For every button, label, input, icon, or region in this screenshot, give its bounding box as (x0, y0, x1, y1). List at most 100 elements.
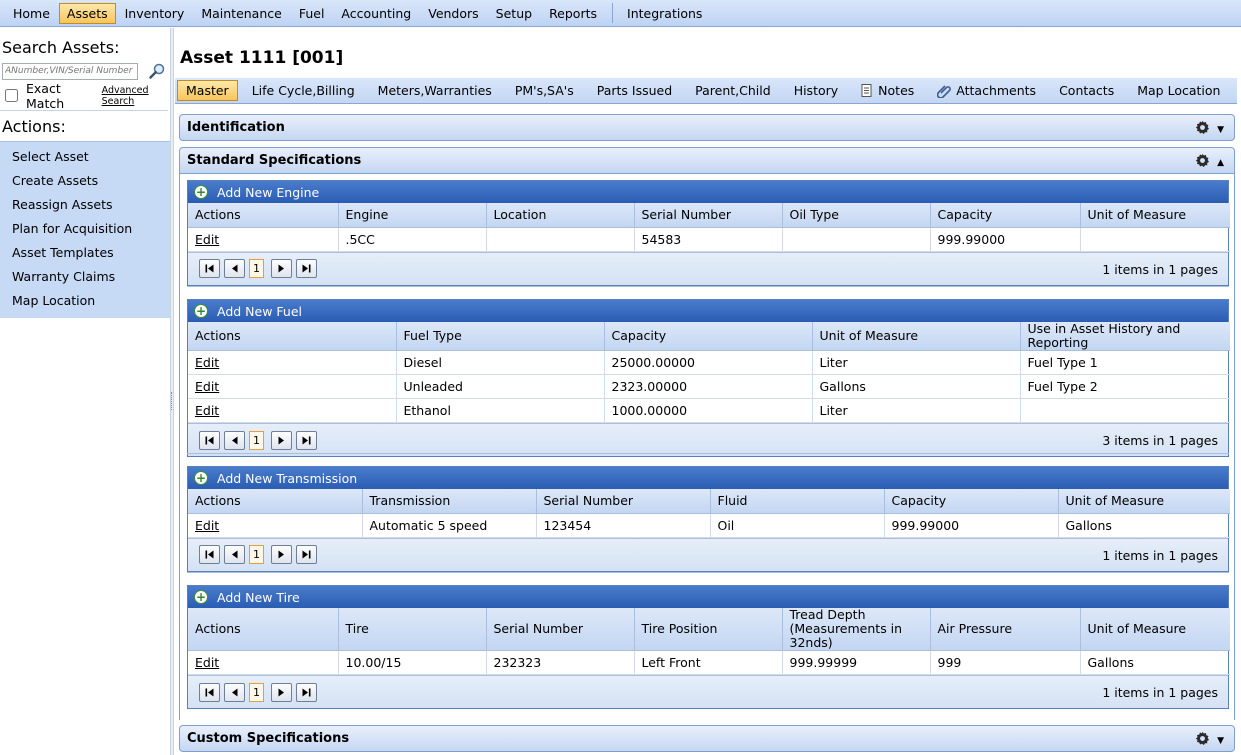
column-header[interactable]: Oil Type (782, 203, 931, 228)
column-header[interactable]: Actions (188, 203, 339, 228)
tab-map-location[interactable]: Map Location (1128, 80, 1229, 101)
tab-attachments[interactable]: Attachments (928, 80, 1045, 101)
current-page-number[interactable]: 1 (249, 430, 264, 450)
column-header[interactable]: Serial Number (486, 608, 635, 651)
chevron-up-icon[interactable]: ▲ (1217, 158, 1224, 168)
gear-icon[interactable] (1195, 120, 1210, 139)
column-header[interactable]: Tire Position (634, 608, 783, 651)
column-header[interactable]: Capacity (884, 489, 1059, 514)
previous-page-icon[interactable] (224, 682, 245, 702)
action-create-assets[interactable]: Create Assets (0, 169, 170, 193)
next-page-icon[interactable] (271, 430, 292, 450)
column-header[interactable]: Transmission (362, 489, 537, 514)
edit-link[interactable]: Edit (195, 403, 219, 418)
column-header[interactable]: Actions (188, 608, 339, 651)
gear-icon[interactable] (1195, 731, 1210, 750)
edit-link[interactable]: Edit (195, 518, 219, 533)
column-header[interactable]: Fuel Type (396, 322, 605, 351)
edit-link[interactable]: Edit (195, 379, 219, 394)
menu-item-inventory[interactable]: Inventory (117, 3, 193, 24)
previous-page-icon[interactable] (224, 430, 245, 450)
column-header[interactable]: Unit of Measure (1080, 203, 1230, 228)
tab-alerts[interactable]: Alerts (1234, 80, 1241, 101)
search-icon[interactable] (148, 62, 166, 80)
menu-item-home[interactable]: Home (5, 3, 58, 24)
column-header[interactable]: Serial Number (634, 203, 783, 228)
standard-specifications-panel-header[interactable]: Standard Specifications ▲ (179, 147, 1235, 174)
first-page-icon[interactable] (199, 682, 220, 702)
tab-notes[interactable]: Notes (852, 80, 923, 101)
previous-page-icon[interactable] (224, 259, 245, 278)
edit-link[interactable]: Edit (195, 355, 219, 370)
edit-link[interactable]: Edit (195, 232, 219, 247)
gear-icon[interactable] (1195, 153, 1210, 172)
column-header[interactable]: Location (486, 203, 635, 228)
action-warranty-claims[interactable]: Warranty Claims (0, 265, 170, 289)
first-page-icon[interactable] (199, 259, 220, 278)
splitter-grip-icon[interactable] (171, 392, 173, 410)
current-page-number[interactable]: 1 (249, 545, 264, 564)
identification-panel-header[interactable]: Identification ▼ (179, 114, 1235, 141)
tab-parent-child[interactable]: Parent,Child (686, 80, 780, 101)
next-page-icon[interactable] (271, 545, 292, 564)
edit-link[interactable]: Edit (195, 655, 219, 670)
column-header[interactable]: Engine (338, 203, 487, 228)
add-new-transmission-button[interactable]: + Add New Transmission (188, 467, 1228, 489)
column-header[interactable]: Unit of Measure (1080, 608, 1230, 651)
custom-specifications-panel-header[interactable]: Custom Specifications ▼ (179, 725, 1235, 752)
last-page-icon[interactable] (296, 430, 317, 450)
current-page-number[interactable]: 1 (249, 259, 264, 278)
add-new-engine-button[interactable]: + Add New Engine (188, 181, 1228, 203)
add-new-tire-button[interactable]: + Add New Tire (188, 586, 1228, 608)
previous-page-icon[interactable] (224, 545, 245, 564)
last-page-icon[interactable] (296, 545, 317, 564)
pager: 1 1 items in 1 pages (188, 251, 1228, 285)
column-header[interactable]: Fluid (710, 489, 885, 514)
current-page-number[interactable]: 1 (249, 682, 264, 702)
column-header[interactable]: Use in Asset History and Reporting (1020, 322, 1230, 351)
chevron-down-icon[interactable]: ▼ (1217, 125, 1224, 135)
advanced-search-link[interactable]: Advanced Search (102, 85, 170, 107)
column-header[interactable]: Capacity (930, 203, 1081, 228)
action-plan-for-acquisition[interactable]: Plan for Acquisition (0, 217, 170, 241)
column-header[interactable]: Tire (338, 608, 487, 651)
column-header[interactable]: Serial Number (536, 489, 711, 514)
column-header[interactable]: Tread Depth (Measurements in 32nds) (782, 608, 931, 651)
next-page-icon[interactable] (271, 682, 292, 702)
column-header[interactable]: Unit of Measure (1058, 489, 1230, 514)
menu-item-maintenance[interactable]: Maintenance (193, 3, 290, 24)
menu-item-assets[interactable]: Assets (58, 2, 116, 24)
tab-master[interactable]: Master (177, 80, 238, 101)
sidebar-splitter[interactable] (170, 28, 174, 755)
tab-history[interactable]: History (785, 80, 847, 101)
column-header[interactable]: Actions (188, 489, 363, 514)
column-header[interactable]: Actions (188, 322, 397, 351)
exact-match-checkbox[interactable] (5, 89, 18, 102)
chevron-down-icon[interactable]: ▼ (1217, 736, 1224, 746)
action-asset-templates[interactable]: Asset Templates (0, 241, 170, 265)
menu-item-accounting[interactable]: Accounting (333, 3, 419, 24)
menu-item-reports[interactable]: Reports (541, 3, 605, 24)
menu-item-setup[interactable]: Setup (488, 3, 540, 24)
search-input[interactable] (2, 62, 138, 80)
last-page-icon[interactable] (296, 259, 317, 278)
next-page-icon[interactable] (271, 259, 292, 278)
menu-item-integrations[interactable]: Integrations (619, 3, 710, 24)
first-page-icon[interactable] (199, 430, 220, 450)
last-page-icon[interactable] (296, 682, 317, 702)
tab-pm-s-sa-s[interactable]: PM's,SA's (506, 80, 583, 101)
column-header[interactable]: Air Pressure (930, 608, 1081, 651)
action-reassign-assets[interactable]: Reassign Assets (0, 193, 170, 217)
column-header[interactable]: Unit of Measure (812, 322, 1021, 351)
action-select-asset[interactable]: Select Asset (0, 145, 170, 169)
tab-meters-warranties[interactable]: Meters,Warranties (369, 80, 501, 101)
column-header[interactable]: Capacity (604, 322, 813, 351)
action-map-location[interactable]: Map Location (0, 289, 170, 313)
add-new-fuel-button[interactable]: + Add New Fuel (188, 300, 1228, 322)
menu-item-fuel[interactable]: Fuel (291, 3, 333, 24)
menu-item-vendors[interactable]: Vendors (420, 3, 486, 24)
tab-life-cycle-billing[interactable]: Life Cycle,Billing (243, 80, 364, 101)
tab-contacts[interactable]: Contacts (1050, 80, 1123, 101)
tab-parts-issued[interactable]: Parts Issued (588, 80, 681, 101)
first-page-icon[interactable] (199, 545, 220, 564)
